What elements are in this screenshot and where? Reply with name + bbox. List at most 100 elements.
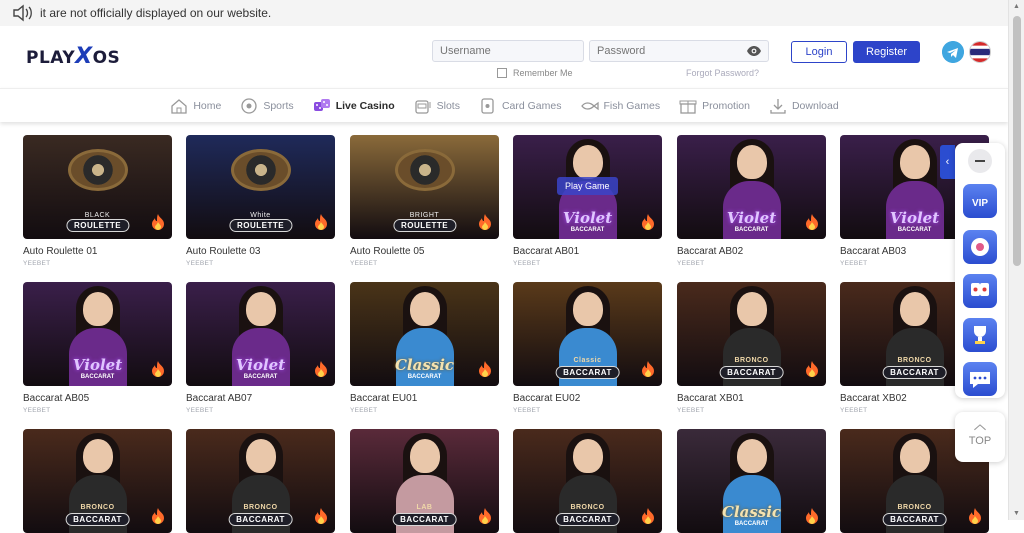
nav-label: Home xyxy=(193,99,222,112)
game-thumbnail[interactable]: Classic BACCARAT xyxy=(677,429,826,533)
chat-icon xyxy=(970,372,990,388)
game-card[interactable]: BRIGHT ROULETTE Auto Roulette 05 YEEBET xyxy=(350,135,499,267)
scrollbar-thumb[interactable] xyxy=(1013,16,1021,266)
dealer-face xyxy=(245,292,276,326)
game-card[interactable]: Violet BACCARAT Baccarat AB02 YEEBET xyxy=(677,135,826,267)
game-card[interactable]: Classic BACCARAT Baccarat EU02 YEEBET xyxy=(513,282,662,414)
play-game-button[interactable]: Play Game xyxy=(557,177,618,195)
nav-item-promotion[interactable]: Promotion xyxy=(678,96,750,116)
game-thumbnail[interactable]: Classic BACCARAT xyxy=(350,282,499,386)
game-thumbnail[interactable]: BRONCO BACCARAT xyxy=(23,429,172,533)
dealer-face xyxy=(899,292,930,326)
game-pill: BACCARAT xyxy=(734,521,769,527)
dealer-face xyxy=(899,439,930,473)
game-thumbnail[interactable]: BRONCO BACCARAT xyxy=(677,282,826,386)
game-card[interactable]: Violet BACCARAT Baccarat AB05 YEEBET xyxy=(23,282,172,414)
forgot-password-link[interactable]: Forgot Password? xyxy=(686,68,759,78)
nav-item-slots[interactable]: Slots xyxy=(413,96,460,116)
game-thumbnail[interactable]: LAB BACCARAT xyxy=(350,429,499,533)
game-pill: BACCARAT xyxy=(555,366,620,379)
game-pill: BACCARAT xyxy=(570,227,605,233)
game-title[interactable]: Auto Roulette 01 xyxy=(23,246,172,257)
game-pill: BACCARAT xyxy=(719,366,784,379)
scroll-down-arrow-icon[interactable]: ▼ xyxy=(1013,510,1020,517)
remember-me[interactable]: Remember Me xyxy=(497,68,573,78)
back-to-top-button[interactable]: TOP xyxy=(955,412,1005,462)
game-brand: Classic xyxy=(394,356,455,374)
game-card[interactable]: BRONCO BACCARAT Baccarat XB01 YEEBET xyxy=(677,282,826,414)
game-card[interactable]: BRONCO BACCARAT xyxy=(513,429,662,533)
username-input[interactable] xyxy=(432,40,584,62)
game-card[interactable]: Violet BACCARAT Baccarat AB07 YEEBET xyxy=(186,282,335,414)
login-button[interactable]: Login xyxy=(791,41,847,63)
game-title[interactable]: Auto Roulette 03 xyxy=(186,246,335,257)
game-brand: Classic xyxy=(721,503,782,521)
game-card[interactable]: Classic BACCARAT Baccarat EU01 YEEBET xyxy=(350,282,499,414)
game-title[interactable]: Baccarat AB01 xyxy=(513,246,662,257)
minimize-sidebar-button[interactable] xyxy=(968,149,992,173)
header: PLAYXOS Remember Me Forgot Password? Log… xyxy=(0,26,1008,88)
game-thumbnail[interactable]: BRONCO BACCARAT xyxy=(513,429,662,533)
password-input[interactable] xyxy=(589,40,769,62)
collapse-sidebar-tab[interactable]: ‹ xyxy=(940,145,955,179)
game-title[interactable]: Baccarat XB01 xyxy=(677,393,826,404)
game-card[interactable]: BRONCO BACCARAT xyxy=(23,429,172,533)
game-title[interactable]: Baccarat AB05 xyxy=(23,393,172,404)
game-thumbnail[interactable]: White ROULETTE xyxy=(186,135,335,239)
game-title[interactable]: Auto Roulette 05 xyxy=(350,246,499,257)
game-card[interactable]: LAB BACCARAT xyxy=(350,429,499,533)
telegram-icon[interactable] xyxy=(942,41,964,63)
nav-item-card-games[interactable]: Card Games xyxy=(478,96,562,116)
game-thumbnail[interactable]: BRONCO BACCARAT xyxy=(186,429,335,533)
page-scrollbar[interactable]: ▲ ▼ xyxy=(1008,0,1024,520)
nav-item-live-casino[interactable]: Live Casino xyxy=(312,96,395,116)
nav-item-fish-games[interactable]: Fish Games xyxy=(580,96,660,116)
site-logo[interactable]: PLAYXOS xyxy=(26,44,120,69)
sidebar-cards-button[interactable] xyxy=(963,274,997,308)
sidebar-chat-button[interactable] xyxy=(963,362,997,396)
scroll-up-arrow-icon[interactable]: ▲ xyxy=(1013,3,1020,10)
hot-flame-icon xyxy=(642,361,654,377)
game-card[interactable]: White ROULETTE Auto Roulette 03 YEEBET xyxy=(186,135,335,267)
game-provider: YEEBET xyxy=(677,260,705,267)
game-provider: YEEBET xyxy=(23,260,51,267)
game-provider: YEEBET xyxy=(23,407,51,414)
game-thumbnail[interactable]: Violet BACCARAT Play Game xyxy=(513,135,662,239)
nav-item-sports[interactable]: Sports xyxy=(239,96,294,116)
game-title[interactable]: Baccarat EU02 xyxy=(513,393,662,404)
game-thumbnail[interactable]: BLACK ROULETTE xyxy=(23,135,172,239)
nav-item-home[interactable]: Home xyxy=(169,96,221,116)
sidebar-wheel-button[interactable] xyxy=(963,230,997,264)
thai-flag-icon[interactable] xyxy=(969,41,991,63)
game-title[interactable]: Baccarat AB02 xyxy=(677,246,826,257)
nav-item-download[interactable]: Download xyxy=(768,96,839,116)
game-brand: Violet xyxy=(889,209,940,227)
remember-me-checkbox[interactable] xyxy=(497,68,507,78)
game-card[interactable]: BRONCO BACCARAT xyxy=(186,429,335,533)
game-brand: Classic xyxy=(573,357,602,364)
hot-flame-icon xyxy=(806,214,818,230)
game-thumbnail[interactable]: Violet BACCARAT xyxy=(186,282,335,386)
sidebar-trophy-button[interactable] xyxy=(963,318,997,352)
game-pill: ROULETTE xyxy=(228,219,293,232)
dealer-face xyxy=(572,439,603,473)
game-title[interactable]: Baccarat AB07 xyxy=(186,393,335,404)
dealer-face xyxy=(899,145,930,179)
sidebar-vip-button[interactable]: VIP xyxy=(963,184,997,218)
hot-flame-icon xyxy=(479,214,491,230)
speaker-icon[interactable] xyxy=(12,4,34,22)
nav-label: Promotion xyxy=(702,99,750,112)
show-password-icon[interactable] xyxy=(746,45,762,57)
game-thumbnail[interactable]: Classic BACCARAT xyxy=(513,282,662,386)
card-icon xyxy=(481,97,494,114)
game-card[interactable]: Classic BACCARAT xyxy=(677,429,826,533)
register-button[interactable]: Register xyxy=(853,41,920,63)
game-title[interactable]: Baccarat EU01 xyxy=(350,393,499,404)
dealer-face xyxy=(736,292,767,326)
nav-label: Download xyxy=(791,99,839,112)
game-thumbnail[interactable]: Violet BACCARAT xyxy=(23,282,172,386)
game-card[interactable]: BLACK ROULETTE Auto Roulette 01 YEEBET xyxy=(23,135,172,267)
game-thumbnail[interactable]: BRIGHT ROULETTE xyxy=(350,135,499,239)
game-card[interactable]: Violet BACCARAT Play Game Baccarat AB01 YEEB… xyxy=(513,135,662,267)
game-thumbnail[interactable]: Violet BACCARAT xyxy=(677,135,826,239)
